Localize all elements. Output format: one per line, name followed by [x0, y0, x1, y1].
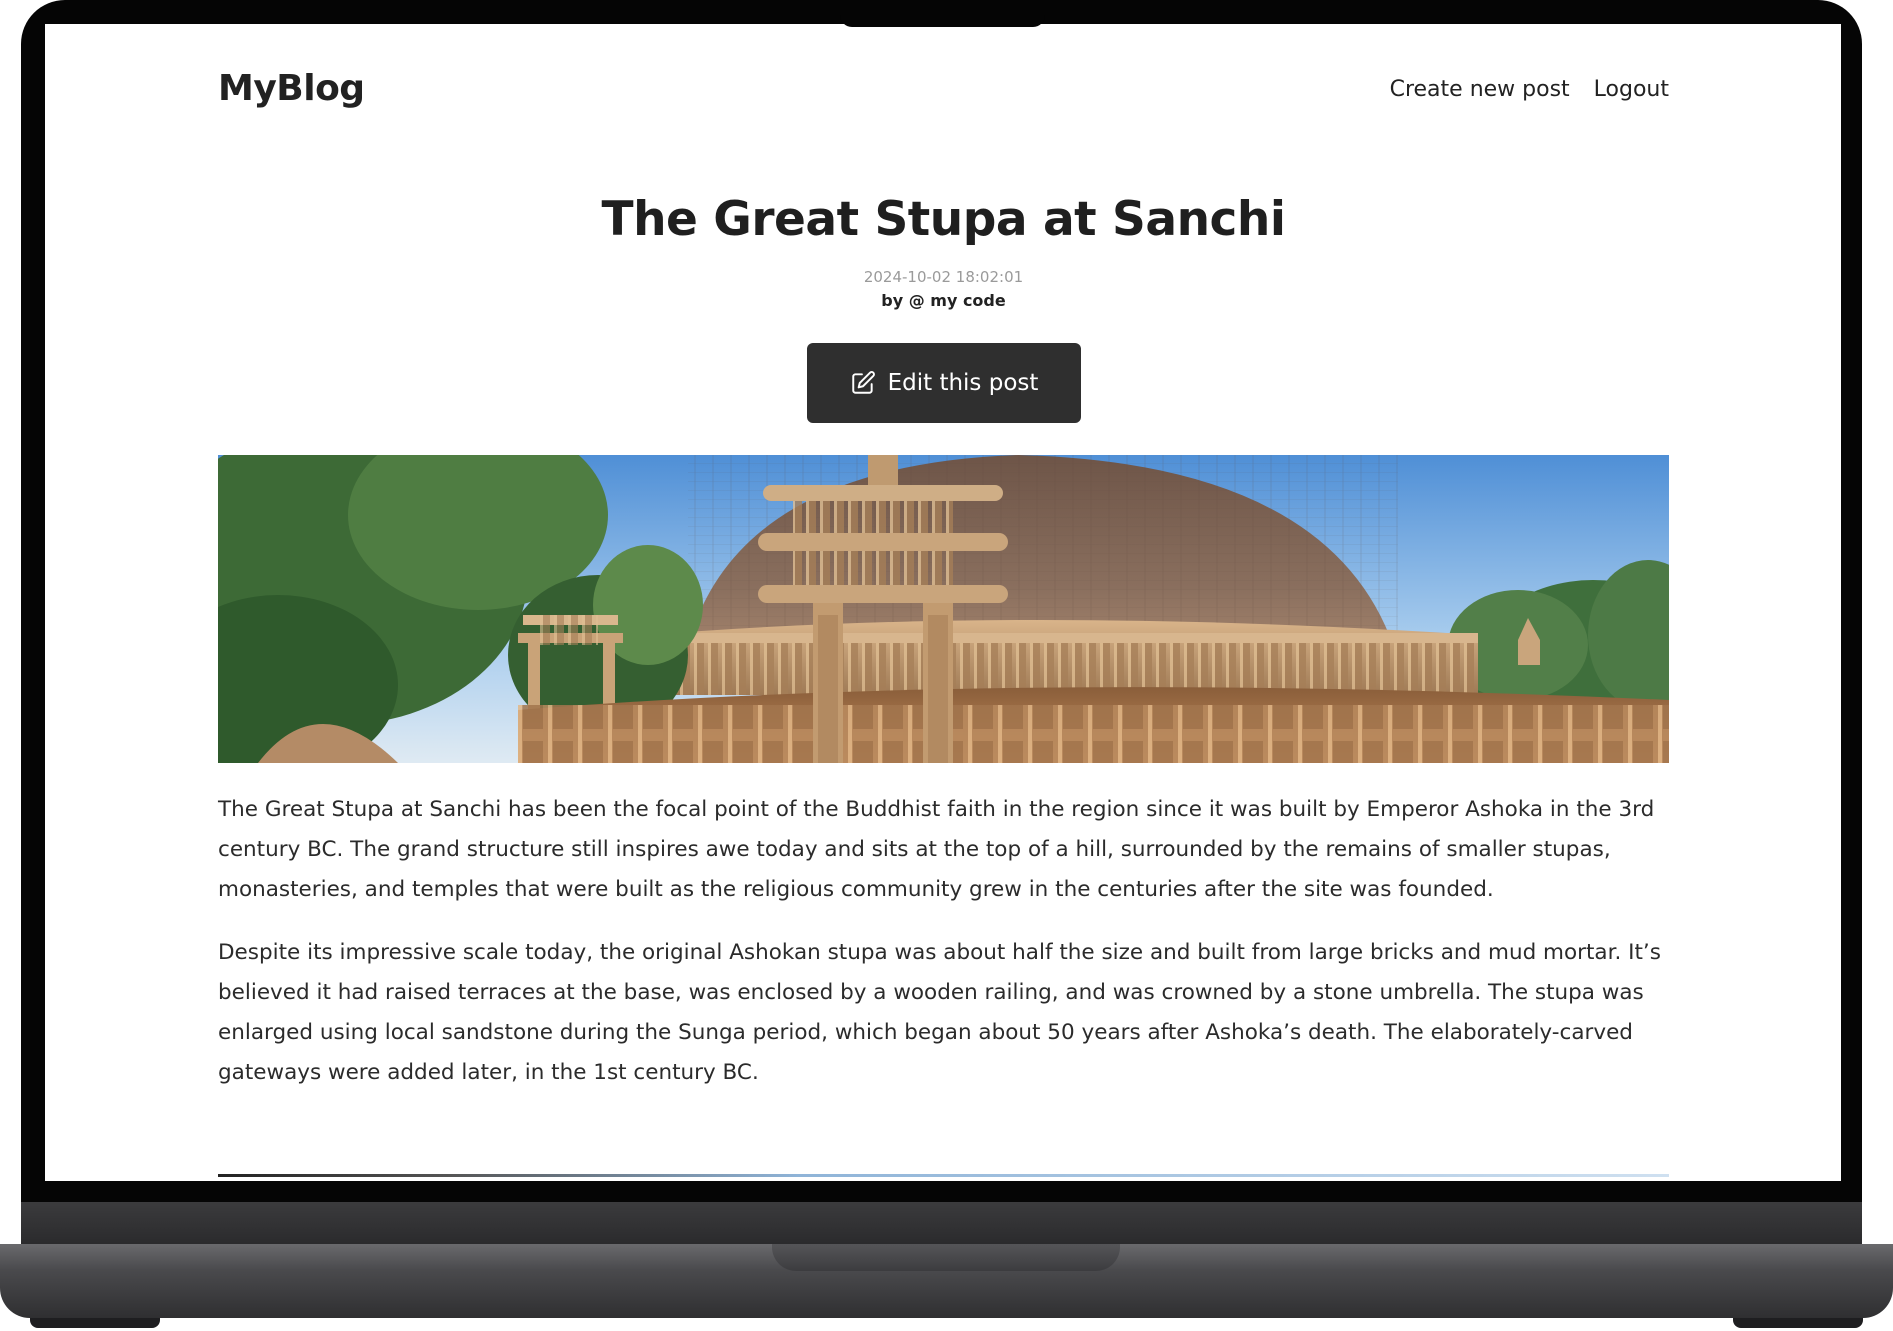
edit-post-button[interactable]: Edit this post: [807, 343, 1081, 423]
navbar: MyBlog Create new post Logout: [218, 68, 1669, 124]
laptop-base-notch: [772, 1244, 1120, 1271]
camera-notch: [840, 0, 1045, 27]
laptop-hinge: [21, 1202, 1862, 1246]
brand-logo[interactable]: MyBlog: [218, 68, 365, 109]
nav-links: Create new post Logout: [1390, 77, 1669, 102]
create-new-post-link[interactable]: Create new post: [1390, 77, 1570, 102]
post-date: 2024-10-02 18:02:01: [863, 268, 1024, 286]
post-paragraph: Despite its impressive scale today, the …: [218, 940, 1661, 1085]
pencil-square-icon: [850, 370, 876, 396]
browser-screen: MyBlog Create new post Logout The Great …: [45, 24, 1841, 1181]
laptop-foot-right: [1733, 1318, 1863, 1328]
next-section-divider: [218, 1174, 1669, 1177]
edit-post-label: Edit this post: [887, 370, 1039, 396]
post-hero-image: [218, 455, 1669, 763]
post-author: by @ my code: [881, 291, 1006, 310]
logout-link[interactable]: Logout: [1594, 77, 1669, 102]
post-title: The Great Stupa at Sanchi: [601, 192, 1286, 247]
post-body: The Great Stupa at Sanchi has been the f…: [218, 790, 1669, 1116]
post-paragraph: The Great Stupa at Sanchi has been the f…: [218, 797, 1655, 902]
laptop-foot-left: [30, 1318, 160, 1328]
